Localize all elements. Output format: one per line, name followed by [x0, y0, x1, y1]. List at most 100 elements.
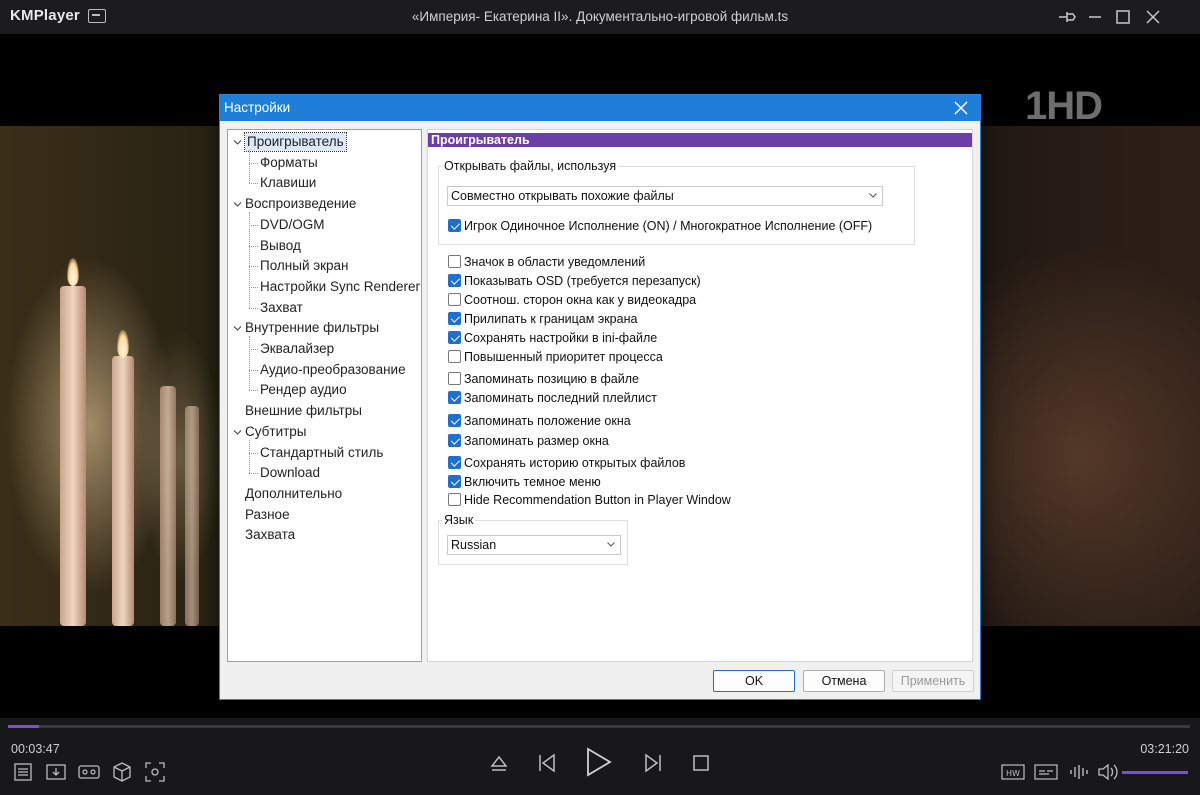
settings-dialog: Настройки Проигрыватель Форматы Клавиши Вос… — [219, 94, 981, 700]
settings-panel: Проигрыватель Открывать файлы, используя… — [427, 129, 973, 662]
checkbox-label: Соотнош. сторон окна как у видеокадра — [464, 293, 697, 307]
stop-icon[interactable] — [691, 753, 711, 773]
maximize-icon[interactable] — [1112, 6, 1134, 28]
checkbox-box[interactable] — [448, 434, 461, 447]
subtitles-icon[interactable] — [1034, 763, 1058, 781]
checkbox-label: Запоминать положение окна — [464, 414, 631, 428]
tree-connector — [249, 390, 258, 392]
checkbox-box[interactable] — [448, 274, 461, 287]
tree-item[interactable]: Захвата — [245, 526, 295, 544]
checkbox-box[interactable] — [448, 350, 461, 363]
checkbox-label: Запоминать размер окна — [464, 434, 609, 448]
settings-tree[interactable]: Проигрыватель Форматы Клавиши Воспроизведен… — [227, 129, 422, 662]
tree-connector — [249, 452, 258, 454]
dialog-title-bar[interactable]: Настройки — [220, 95, 980, 121]
candle-image — [160, 386, 176, 626]
tree-item[interactable]: Стандартный стиль — [260, 444, 383, 462]
checkbox-label: Включить темное меню — [464, 475, 601, 489]
checkbox-box[interactable] — [448, 414, 461, 427]
channel-logo: 1HD — [1025, 84, 1103, 128]
dialog-close-icon[interactable] — [952, 99, 970, 117]
tree-item[interactable]: Download — [260, 464, 320, 482]
candle-image — [112, 356, 134, 626]
open-files-select-value: Совместно открывать похожие файлы — [451, 189, 674, 203]
checkbox-box[interactable] — [448, 372, 461, 385]
title-bar: KMPlayer «Империя- Екатерина II». Докуме… — [0, 0, 1200, 34]
audio-wave-icon[interactable] — [1068, 762, 1090, 782]
tree-item[interactable]: Рендер аудио — [260, 381, 347, 399]
ok-button[interactable]: OK — [713, 670, 795, 692]
tree-item[interactable]: Вывод — [260, 237, 301, 255]
tree-connector — [249, 224, 258, 226]
checkbox-box[interactable] — [448, 493, 461, 506]
checkbox-label: Значок в области уведомлений — [464, 255, 646, 269]
expand-caret-icon[interactable] — [232, 133, 242, 151]
tree-item[interactable]: Настройки Sync Renderer — [260, 278, 420, 296]
hw-decoder-icon[interactable]: HW — [1001, 763, 1025, 781]
checkbox-box[interactable] — [448, 312, 461, 325]
tree-item[interactable]: DVD/OGM — [260, 216, 325, 234]
expand-caret-icon[interactable] — [232, 195, 242, 213]
seek-progress — [8, 725, 39, 728]
download-icon[interactable] — [45, 762, 67, 782]
tree-item[interactable]: Субтитры — [245, 423, 307, 441]
language-group-label: Язык — [442, 513, 476, 527]
tree-item[interactable]: Дополнительно — [245, 485, 342, 503]
seek-bar[interactable] — [8, 725, 1190, 728]
tree-item[interactable]: Проигрыватель — [244, 132, 347, 152]
tree-connector — [249, 162, 258, 164]
tree-item[interactable]: Воспроизведение — [245, 195, 356, 213]
language-select[interactable]: Russian — [447, 535, 621, 555]
tree-item[interactable]: Полный экран — [260, 257, 349, 275]
tree-connector — [249, 183, 258, 185]
pin-icon[interactable] — [1056, 6, 1078, 28]
close-icon[interactable] — [1142, 6, 1164, 28]
tree-connector — [249, 245, 258, 247]
checkbox-label: Запоминать позицию в файле — [464, 372, 639, 386]
next-icon[interactable] — [642, 752, 664, 774]
tree-connector — [249, 212, 250, 308]
play-icon[interactable] — [584, 746, 614, 778]
checkbox-box[interactable] — [448, 456, 461, 469]
tree-connector — [249, 439, 250, 474]
capture-icon[interactable] — [144, 761, 166, 783]
candle-flame — [117, 330, 129, 358]
tree-item[interactable]: Эквалайзер — [260, 340, 334, 358]
checkbox-label: Запоминать последний плейлист — [464, 391, 657, 405]
minimize-icon[interactable] — [1084, 6, 1106, 28]
tree-item[interactable]: Внутренние фильтры — [245, 319, 379, 337]
3d-cube-icon[interactable] — [111, 761, 133, 783]
playlist-icon[interactable] — [13, 762, 33, 782]
checkbox-box[interactable] — [448, 219, 461, 232]
checkbox-box[interactable] — [448, 293, 461, 306]
eject-icon[interactable] — [488, 752, 510, 774]
tree-item[interactable]: Форматы — [260, 154, 318, 172]
previous-icon[interactable] — [536, 752, 558, 774]
tree-item[interactable]: Клавиши — [260, 174, 316, 192]
candle-image — [185, 406, 199, 626]
open-files-select[interactable]: Совместно открывать похожие файлы — [447, 186, 883, 206]
tree-item[interactable]: Разное — [245, 506, 290, 524]
tree-item[interactable]: Внешние фильтры — [245, 402, 362, 420]
chevron-down-icon — [869, 193, 877, 198]
elapsed-time: 00:03:47 — [11, 742, 60, 756]
apply-button[interactable]: Применить — [892, 670, 974, 692]
total-time: 03:21:20 — [1140, 742, 1189, 756]
tree-connector — [249, 150, 250, 184]
volume-level — [1122, 771, 1188, 774]
tree-connector — [249, 307, 258, 309]
checkbox-box[interactable] — [448, 475, 461, 488]
volume-slider[interactable] — [1122, 771, 1188, 774]
tree-item[interactable]: Аудио-преобразование — [260, 361, 406, 379]
expand-caret-icon[interactable] — [232, 423, 242, 441]
checkbox-box[interactable] — [448, 255, 461, 268]
vr-icon[interactable] — [77, 762, 101, 782]
expand-caret-icon[interactable] — [232, 319, 242, 337]
cancel-button[interactable]: Отмена — [803, 670, 885, 692]
volume-icon[interactable] — [1097, 762, 1119, 782]
checkbox-box[interactable] — [448, 331, 461, 344]
checkbox-box[interactable] — [448, 391, 461, 404]
tree-item[interactable]: Захват — [260, 299, 303, 317]
tree-connector — [249, 336, 250, 391]
checkbox-label: Повышенный приоритет процесса — [464, 350, 663, 364]
